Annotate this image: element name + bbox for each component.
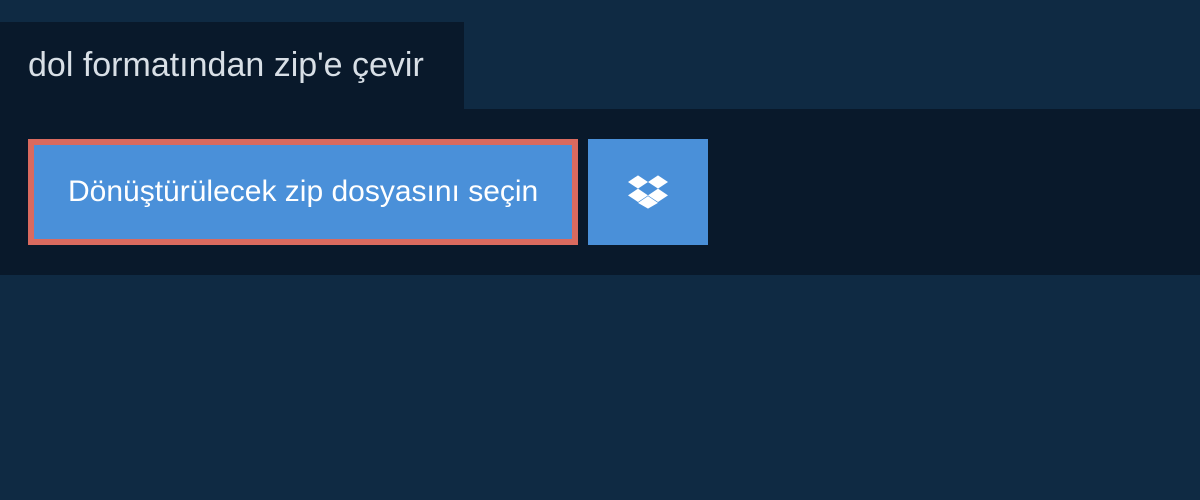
dropbox-button[interactable] (588, 139, 708, 245)
dropbox-icon (628, 172, 668, 212)
page-title: dol formatından zip'e çevir (28, 46, 424, 85)
content-panel: Dönüştürülecek zip dosyasını seçin (0, 109, 1200, 275)
select-file-label: Dönüştürülecek zip dosyasını seçin (68, 175, 538, 208)
tab-header: dol formatından zip'e çevir (0, 22, 464, 109)
select-file-button[interactable]: Dönüştürülecek zip dosyasını seçin (28, 139, 578, 245)
